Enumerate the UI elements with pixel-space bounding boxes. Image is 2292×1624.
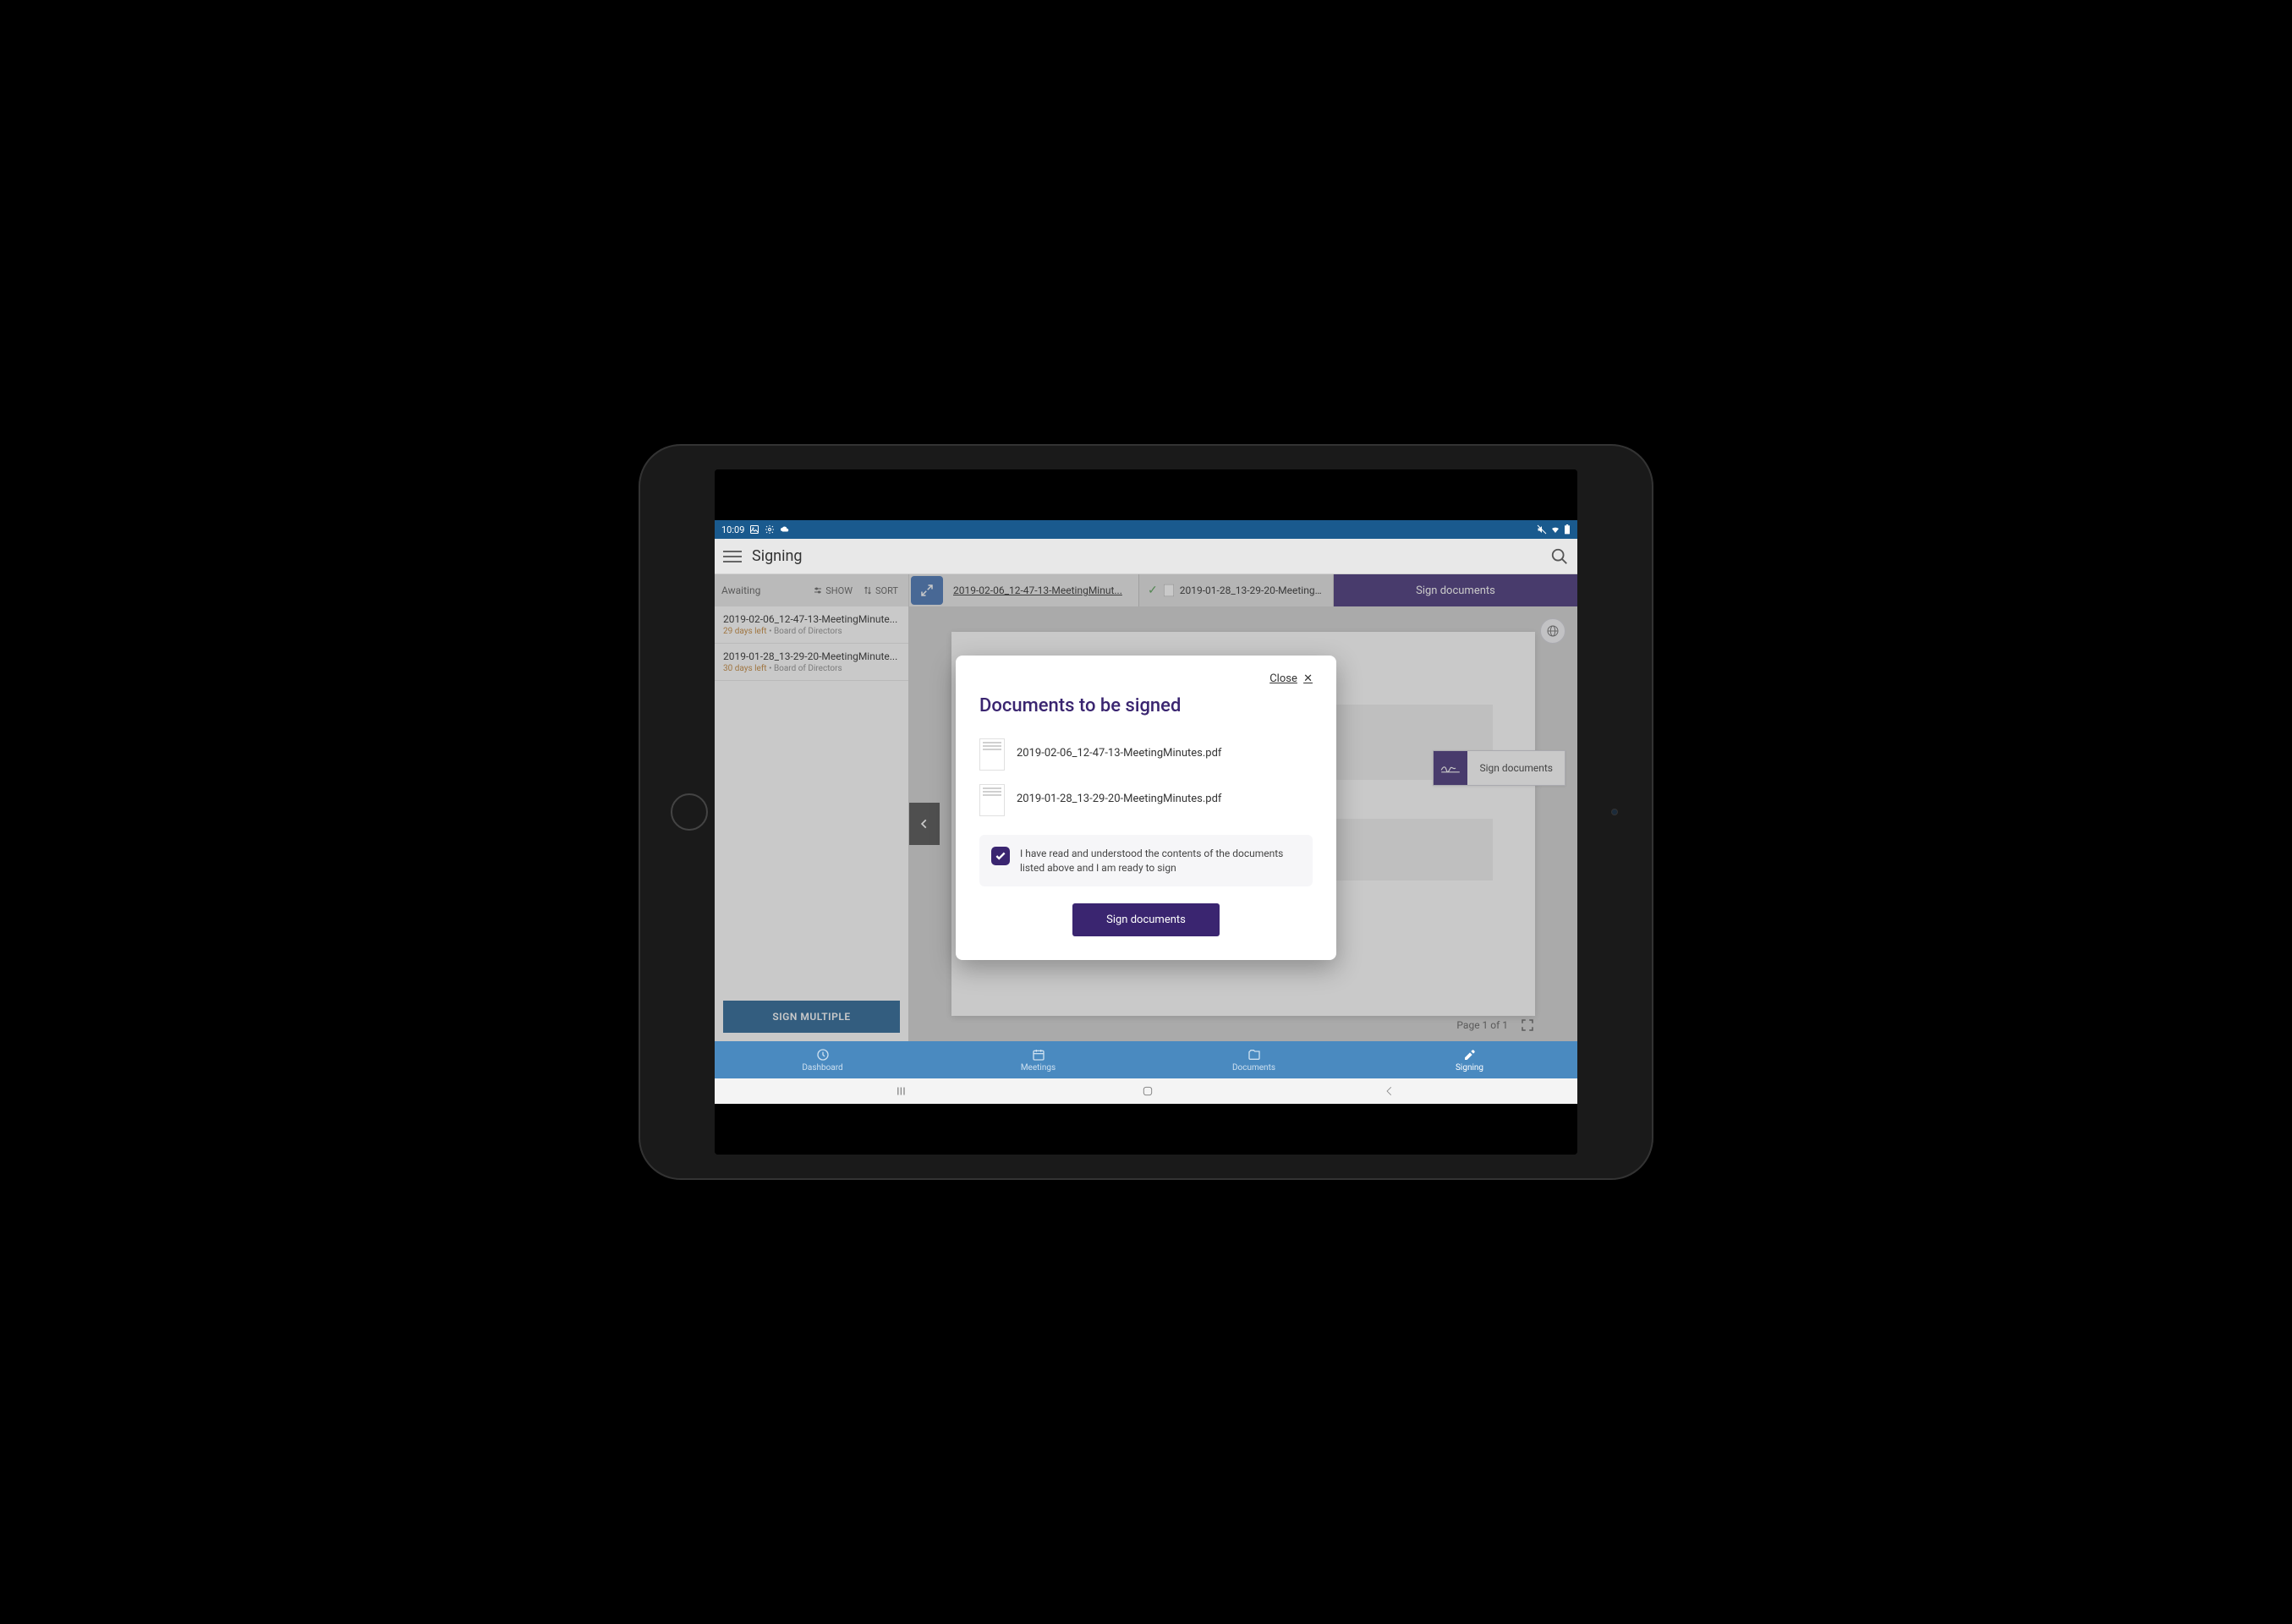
- home-nav-button[interactable]: [1141, 1084, 1154, 1098]
- android-nav-bar: [715, 1078, 1577, 1104]
- bottom-nav: Dashboard Meetings Documents Signing: [715, 1041, 1577, 1078]
- modal-doc-name: 2019-01-28_13-29-20-MeetingMinutes.pdf: [1017, 793, 1221, 807]
- modal-doc-name: 2019-02-06_12-47-13-MeetingMinutes.pdf: [1017, 747, 1221, 761]
- nav-label: Dashboard: [802, 1063, 842, 1073]
- nav-documents[interactable]: Documents: [1146, 1041, 1362, 1078]
- status-time: 10:09: [721, 524, 744, 535]
- menu-icon[interactable]: [723, 547, 742, 566]
- back-nav-button[interactable]: [1384, 1085, 1395, 1097]
- modal-overlay[interactable]: Close ✕ Documents to be signed 2019-02-0…: [715, 574, 1577, 1041]
- nav-label: Meetings: [1021, 1063, 1056, 1073]
- doc-thumb-icon: [979, 784, 1005, 816]
- page-title: Signing: [752, 547, 1550, 565]
- modal-doc-item[interactable]: 2019-01-28_13-29-20-MeetingMinutes.pdf: [979, 777, 1313, 823]
- search-icon[interactable]: [1550, 547, 1569, 566]
- close-label: Close: [1269, 672, 1297, 685]
- nav-label: Documents: [1232, 1063, 1275, 1073]
- mute-icon: [1537, 524, 1547, 535]
- nav-signing[interactable]: Signing: [1362, 1041, 1577, 1078]
- nav-label: Signing: [1456, 1063, 1483, 1073]
- gear-icon: [765, 524, 775, 535]
- camera-dot: [1611, 809, 1618, 815]
- screen: 10:09: [715, 469, 1577, 1155]
- modal-title: Documents to be signed: [979, 695, 1313, 716]
- cloud-icon: [780, 524, 790, 535]
- bottom-letterbox: [715, 1104, 1577, 1155]
- recent-apps-button[interactable]: [897, 1085, 912, 1097]
- doc-thumb-icon: [979, 738, 1005, 771]
- home-button[interactable]: [671, 793, 708, 831]
- close-icon: ✕: [1303, 672, 1313, 685]
- nav-dashboard[interactable]: Dashboard: [715, 1041, 930, 1078]
- consent-checkbox[interactable]: [991, 847, 1010, 865]
- nav-meetings[interactable]: Meetings: [930, 1041, 1146, 1078]
- image-icon: [749, 524, 759, 535]
- consent-box: I have read and understood the contents …: [979, 835, 1313, 887]
- consent-text: I have read and understood the contents …: [1020, 847, 1301, 875]
- modal-doc-item[interactable]: 2019-02-06_12-47-13-MeetingMinutes.pdf: [979, 732, 1313, 777]
- wifi-icon: [1550, 524, 1560, 535]
- battery-icon: [1564, 524, 1571, 535]
- app-body: Awaiting SHOW SORT 2019-02-: [715, 574, 1577, 1041]
- modal-sign-button[interactable]: Sign documents: [1072, 903, 1220, 936]
- sign-documents-modal: Close ✕ Documents to be signed 2019-02-0…: [956, 656, 1336, 961]
- top-letterbox: [715, 469, 1577, 520]
- tablet-frame: 10:09: [639, 444, 1653, 1180]
- status-bar: 10:09: [715, 520, 1577, 539]
- close-button[interactable]: Close ✕: [979, 672, 1313, 685]
- app-header: Signing: [715, 539, 1577, 574]
